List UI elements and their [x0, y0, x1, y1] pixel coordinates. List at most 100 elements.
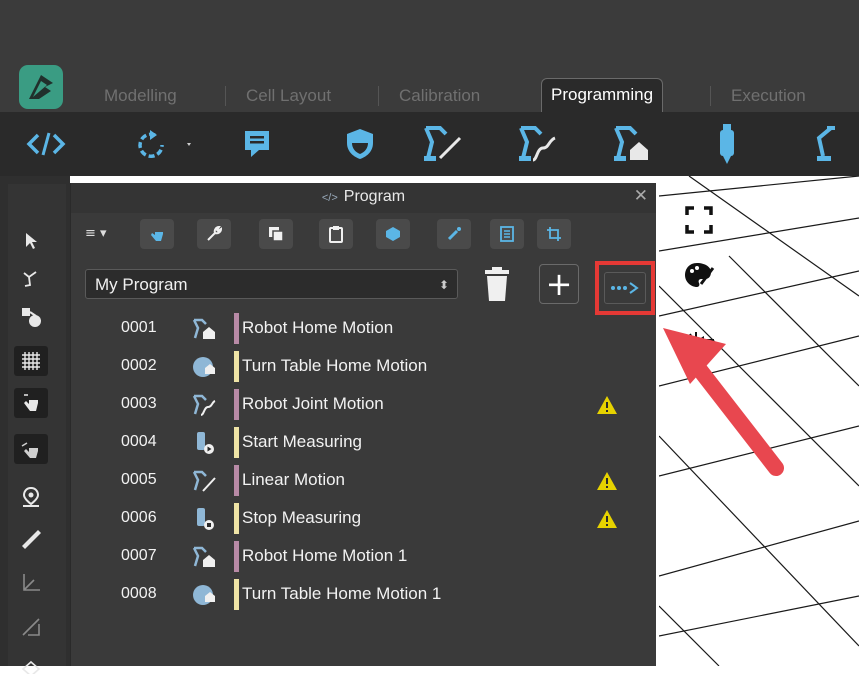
- turntable-icon: [191, 582, 217, 608]
- 3d-viewport[interactable]: [659, 176, 859, 666]
- row-name[interactable]: Linear Motion: [242, 470, 345, 490]
- close-icon[interactable]: ✕: [634, 186, 648, 206]
- code-icon: </>: [321, 192, 338, 204]
- copy-icon[interactable]: [259, 219, 293, 249]
- program-row[interactable]: 0005 Linear Motion: [71, 463, 656, 499]
- rotate-dropdown-icon[interactable]: [124, 120, 204, 168]
- grid-icon[interactable]: [14, 346, 48, 376]
- robot-home-icon[interactable]: [608, 120, 656, 168]
- location-icon[interactable]: [14, 482, 48, 512]
- clipboard-icon[interactable]: [319, 219, 353, 249]
- pointer-icon[interactable]: [14, 226, 48, 256]
- robot-linear-icon: [191, 468, 217, 494]
- tab-modelling[interactable]: Modelling: [104, 80, 177, 112]
- sketch-icon[interactable]: [14, 612, 48, 642]
- left-toolbar: [0, 176, 70, 674]
- row-color-bar: [234, 351, 239, 382]
- program-row[interactable]: 0006 Stop Measuring: [71, 501, 656, 537]
- row-color-bar: [234, 427, 239, 458]
- row-name[interactable]: Robot Home Motion: [242, 318, 393, 338]
- box-icon[interactable]: [376, 219, 410, 249]
- row-number: 0003: [121, 395, 157, 412]
- crop-icon[interactable]: [537, 219, 571, 249]
- tab-calibration[interactable]: Calibration: [399, 80, 480, 112]
- tab-divider: [378, 86, 379, 106]
- tab-divider: [225, 86, 226, 106]
- grid-lines: [659, 176, 859, 666]
- program-row[interactable]: 0003 Robot Joint Motion: [71, 387, 656, 423]
- chevron-updown-icon: ⬍: [438, 278, 449, 292]
- probe-start-icon: [191, 430, 217, 456]
- tab-cell-layout[interactable]: Cell Layout: [246, 80, 331, 112]
- program-row[interactable]: 0002 Turn Table Home Motion: [71, 349, 656, 385]
- warning-icon: [596, 395, 618, 419]
- robot-joint-icon: [191, 392, 217, 418]
- wrench-icon[interactable]: [197, 219, 231, 249]
- shield-icon[interactable]: [336, 120, 384, 168]
- hand-pick-icon[interactable]: [14, 434, 48, 464]
- probe-stop-icon: [191, 506, 217, 532]
- paint-icon[interactable]: [680, 256, 718, 294]
- robot-home-icon: [191, 544, 217, 570]
- brush-icon[interactable]: [437, 219, 471, 249]
- row-color-bar: [234, 389, 239, 420]
- robot-icon[interactable]: [14, 264, 48, 294]
- program-tools: ≡ ▾: [71, 216, 656, 256]
- trash-icon: [485, 267, 509, 301]
- row-number: 0004: [121, 433, 157, 450]
- panel-title: </> Program: [321, 188, 406, 205]
- delete-program-button[interactable]: [477, 263, 517, 305]
- warning-icon: [596, 471, 618, 495]
- row-name[interactable]: Robot Home Motion 1: [242, 546, 407, 566]
- ruler-icon[interactable]: [14, 524, 48, 554]
- row-color-bar: [234, 465, 239, 496]
- hand-select-icon[interactable]: [14, 388, 48, 418]
- row-color-bar: [234, 313, 239, 344]
- fit-view-icon[interactable]: [680, 201, 718, 239]
- parts-icon[interactable]: [14, 302, 48, 332]
- row-number: 0005: [121, 471, 157, 488]
- add-program-button[interactable]: +: [539, 264, 579, 304]
- menu-dropdown-button[interactable]: ≡ ▾: [85, 226, 107, 241]
- teach-icon[interactable]: [140, 219, 174, 249]
- row-number: 0007: [121, 547, 157, 564]
- main-toolbar: [0, 112, 859, 176]
- program-row[interactable]: 0004 Start Measuring: [71, 425, 656, 461]
- code-icon[interactable]: [22, 120, 70, 168]
- tab-divider: [710, 86, 711, 106]
- row-color-bar: [234, 579, 239, 610]
- comment-icon[interactable]: [233, 120, 281, 168]
- tab-programming[interactable]: Programming: [541, 78, 664, 113]
- row-name[interactable]: Stop Measuring: [242, 508, 361, 528]
- program-row[interactable]: 0008 Turn Table Home Motion 1: [71, 577, 656, 613]
- probe-icon[interactable]: [703, 120, 751, 168]
- row-name[interactable]: Start Measuring: [242, 432, 362, 452]
- robot-linear-icon[interactable]: [418, 120, 466, 168]
- row-number: 0001: [121, 319, 157, 336]
- row-number: 0008: [121, 585, 157, 602]
- target-icon[interactable]: [14, 652, 48, 682]
- program-select[interactable]: My Program ⬍: [85, 269, 458, 299]
- row-name[interactable]: Turn Table Home Motion: [242, 356, 427, 376]
- row-number: 0006: [121, 509, 157, 526]
- robot-arm-icon[interactable]: [795, 120, 843, 168]
- more-options-icon: [604, 272, 646, 304]
- program-row[interactable]: 0007 Robot Home Motion 1: [71, 539, 656, 575]
- tab-execution[interactable]: Execution: [731, 80, 806, 112]
- list-icon[interactable]: [490, 219, 524, 249]
- more-options-button[interactable]: [595, 261, 655, 315]
- robot-home-icon: [191, 316, 217, 342]
- row-name[interactable]: Turn Table Home Motion 1: [242, 584, 441, 604]
- warning-icon: [596, 509, 618, 533]
- row-name[interactable]: Robot Joint Motion: [242, 394, 384, 414]
- row-color-bar: [234, 541, 239, 572]
- program-panel: </> Program ✕ ≡ ▾ My Program ⬍ + 0001 Robo…: [70, 183, 656, 666]
- axis-icon[interactable]: [14, 568, 48, 598]
- click-target-icon[interactable]: [680, 324, 718, 362]
- row-number: 0002: [121, 357, 157, 374]
- title-bar: Modelling Cell Layout Calibration Progra…: [0, 0, 859, 113]
- robot-joint-icon[interactable]: [513, 120, 561, 168]
- turntable-icon: [191, 354, 217, 380]
- program-row[interactable]: 0001 Robot Home Motion: [71, 311, 656, 347]
- panel-header: </> Program ✕: [71, 183, 656, 213]
